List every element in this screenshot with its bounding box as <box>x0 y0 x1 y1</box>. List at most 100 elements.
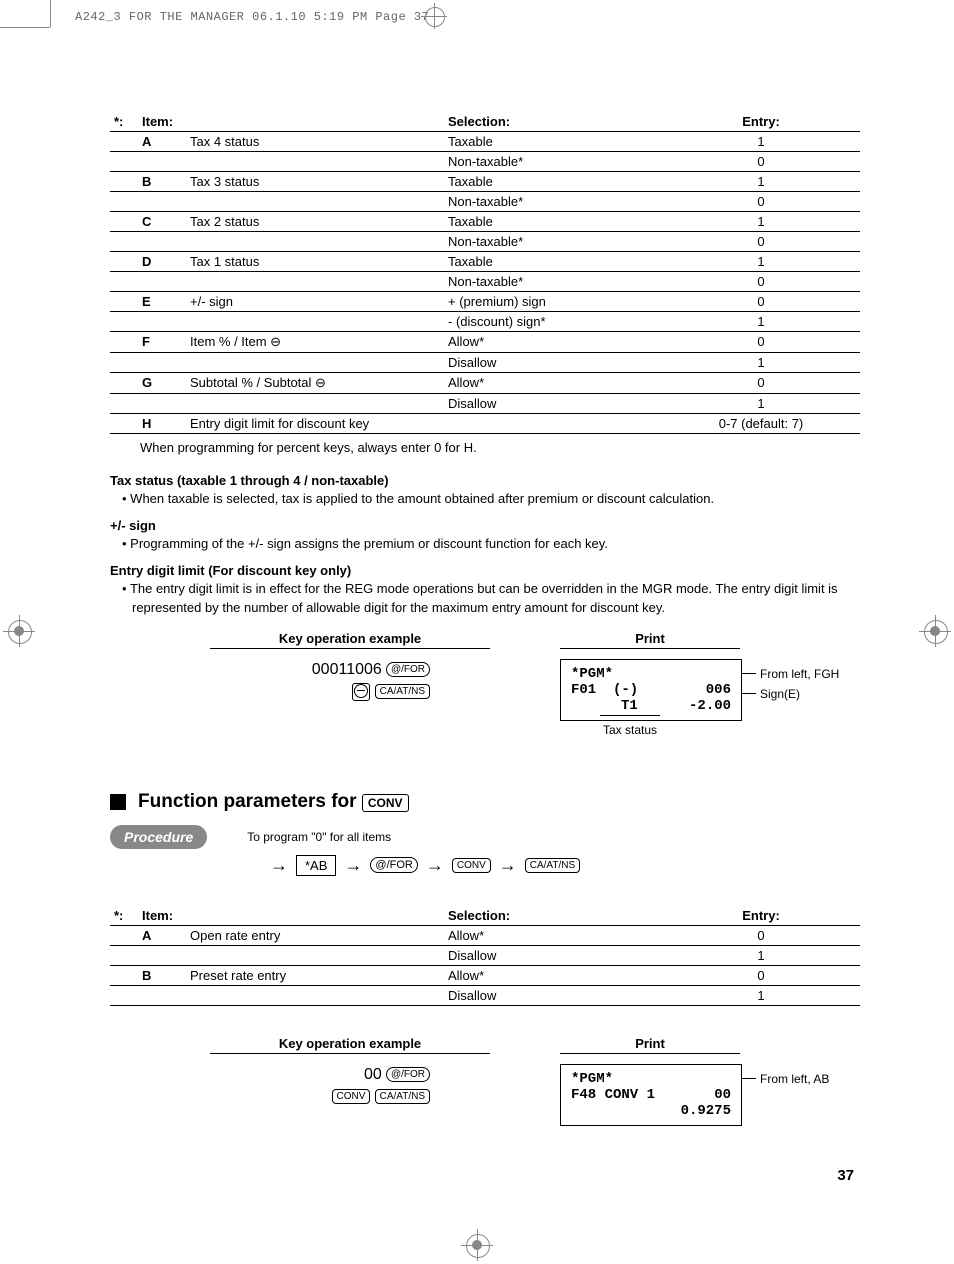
row-entry: 1 <box>662 132 860 152</box>
table-row: BTax 3 statusTaxable1 <box>110 172 860 192</box>
key-input-value: 00 <box>364 1066 382 1083</box>
table-row: BPreset rate entryAllow*0 <box>110 965 860 985</box>
print-value: 0.9275 <box>681 1103 731 1119</box>
print-line: T1 <box>571 698 638 714</box>
row-letter: H <box>138 414 186 434</box>
table-row: CTax 2 statusTaxable1 <box>110 212 860 232</box>
parameter-table-1: *:Item:Selection:Entry: ATax 4 statusTax… <box>110 112 860 434</box>
section-heading: Function parameters for CONV <box>110 791 860 813</box>
arrow-icon: → <box>426 855 444 876</box>
row-letter: E <box>138 292 186 312</box>
row-desc: Tax 1 status <box>186 252 444 272</box>
row-selection: Disallow <box>444 945 662 965</box>
annotation-text: Sign(E) <box>760 687 800 701</box>
table-row: HEntry digit limit for discount key 0-7 (… <box>110 414 860 434</box>
table-note: When programming for percent keys, alway… <box>140 440 860 455</box>
at-for-key: @/FOR <box>386 1067 430 1082</box>
print-job-header: A242_3 FOR THE MANAGER 06.1.10 5:19 PM P… <box>75 10 429 24</box>
row-selection: Non-taxable* <box>444 232 662 252</box>
row-letter: D <box>138 252 186 272</box>
row-letter <box>138 272 186 292</box>
row-letter <box>138 945 186 965</box>
explain-bullet: The entry digit limit is in effect for t… <box>122 580 860 616</box>
at-for-key: @/FOR <box>386 662 430 677</box>
row-selection: Taxable <box>444 172 662 192</box>
row-selection: - (discount) sign* <box>444 312 662 332</box>
row-selection: + (premium) sign <box>444 292 662 312</box>
th-item: Item: <box>138 112 444 132</box>
table-row: Non-taxable*0 <box>110 232 860 252</box>
row-desc <box>186 985 444 1005</box>
row-letter: A <box>138 132 186 152</box>
row-entry: 1 <box>662 252 860 272</box>
table-row: Non-taxable*0 <box>110 192 860 212</box>
flow-note-text: To program "0" for all items <box>247 830 391 844</box>
row-desc <box>186 353 444 373</box>
row-letter: G <box>138 373 186 394</box>
example-heading: Key operation example <box>210 631 490 649</box>
table-row: E+/- sign+ (premium) sign0 <box>110 292 860 312</box>
annotation-text: From left, FGH <box>760 667 839 681</box>
row-letter <box>138 152 186 172</box>
table-row: GSubtotal % / Subtotal ⊖Allow*0 <box>110 373 860 394</box>
row-entry: 0 <box>662 292 860 312</box>
row-desc <box>186 192 444 212</box>
print-line: *PGM* <box>571 1071 613 1087</box>
row-letter: A <box>138 925 186 945</box>
parameter-table-2: *:Item:Selection:Entry: AOpen rate entry… <box>110 906 860 1006</box>
row-desc: Open rate entry <box>186 925 444 945</box>
row-selection: Taxable <box>444 132 662 152</box>
table-row: Disallow1 <box>110 945 860 965</box>
flow-step: *AB <box>296 855 336 876</box>
row-selection: Disallow <box>444 353 662 373</box>
row-selection: Allow* <box>444 925 662 945</box>
row-selection: Disallow <box>444 985 662 1005</box>
print-heading: Print <box>560 1036 740 1054</box>
row-entry: 1 <box>662 353 860 373</box>
print-value: -2.00 <box>689 698 731 714</box>
registration-mark-icon <box>8 620 30 642</box>
print-line: F48 CONV 1 <box>571 1087 655 1103</box>
explain-heading: Entry digit limit (For discount key only… <box>110 563 860 578</box>
row-selection: Disallow <box>444 394 662 414</box>
row-selection: Allow* <box>444 965 662 985</box>
row-selection: Non-taxable* <box>444 272 662 292</box>
th-selection: Selection: <box>444 906 662 926</box>
row-selection: Allow* <box>444 332 662 353</box>
row-entry: 0-7 (default: 7) <box>662 414 860 434</box>
crop-line <box>50 0 51 27</box>
row-desc: +/- sign <box>186 292 444 312</box>
row-entry: 1 <box>662 212 860 232</box>
explanation-block: Tax status (taxable 1 through 4 / non-ta… <box>110 473 860 617</box>
row-desc: Entry digit limit for discount key <box>186 414 444 434</box>
explain-bullet: Programming of the +/- sign assigns the … <box>122 535 860 553</box>
conv-key: CONV <box>452 858 491 873</box>
row-entry: 1 <box>662 945 860 965</box>
row-selection: Allow* <box>444 373 662 394</box>
row-entry: 0 <box>662 965 860 985</box>
receipt-print-box: *PGM* F48 CONV 1 00 0.9275 <box>560 1064 742 1126</box>
table-row: FItem % / Item ⊖Allow*0 <box>110 332 860 353</box>
th-selection: Selection: <box>444 112 662 132</box>
row-entry: 1 <box>662 172 860 192</box>
row-desc <box>186 152 444 172</box>
explain-heading: +/- sign <box>110 518 860 533</box>
crop-line <box>0 27 50 28</box>
explain-heading: Tax status (taxable 1 through 4 / non-ta… <box>110 473 860 488</box>
th-star: *: <box>110 112 138 132</box>
print-value: 00 <box>714 1087 731 1103</box>
row-letter: B <box>138 172 186 192</box>
example-heading: Key operation example <box>210 1036 490 1054</box>
row-desc: Tax 3 status <box>186 172 444 192</box>
row-desc <box>186 312 444 332</box>
row-selection: Non-taxable* <box>444 152 662 172</box>
row-desc: Tax 4 status <box>186 132 444 152</box>
table-row: Disallow1 <box>110 353 860 373</box>
section-title-text: Function parameters for <box>138 791 362 812</box>
table-row: Non-taxable*0 <box>110 272 860 292</box>
procedure-label: Procedure <box>110 825 207 849</box>
row-entry: 0 <box>662 272 860 292</box>
row-desc <box>186 272 444 292</box>
table-row: DTax 1 statusTaxable1 <box>110 252 860 272</box>
row-letter <box>138 353 186 373</box>
